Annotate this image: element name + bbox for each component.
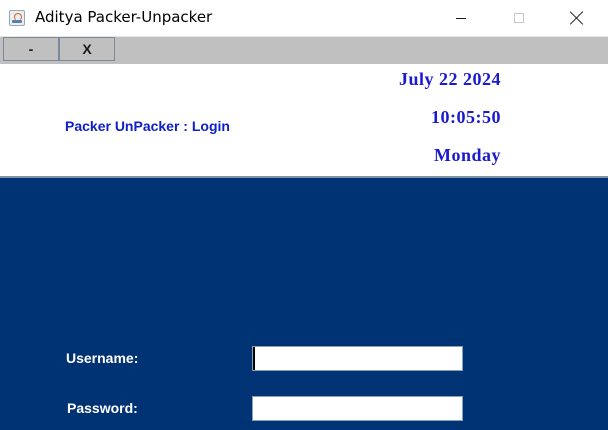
minimize-button[interactable]: -: [3, 37, 59, 61]
window-minimize-button[interactable]: [438, 0, 484, 36]
page-title: Packer UnPacker : Login: [65, 118, 230, 134]
date-display: July 22 2024: [398, 69, 501, 89]
close-icon: [570, 11, 584, 25]
window-close-button[interactable]: [554, 0, 600, 36]
title-bar: Aditya Packer-Unpacker: [0, 0, 608, 37]
username-field[interactable]: [252, 346, 463, 371]
password-field[interactable]: [252, 396, 463, 421]
password-label: Password:: [67, 400, 138, 416]
java-cup-icon: [9, 10, 25, 26]
toolbar: - X: [0, 37, 608, 64]
header-panel: Packer UnPacker : Login July 22 2024 10:…: [0, 64, 608, 176]
minimize-icon: [456, 17, 466, 19]
maximize-icon: [514, 13, 524, 23]
window-title: Aditya Packer-Unpacker: [35, 8, 213, 26]
login-panel: Username: Password:: [0, 178, 608, 430]
time-display: 10:05:50: [431, 107, 501, 127]
username-label: Username:: [66, 350, 139, 366]
close-button[interactable]: X: [59, 37, 115, 61]
window-maximize-button[interactable]: [496, 0, 542, 36]
day-display: Monday: [433, 145, 501, 165]
